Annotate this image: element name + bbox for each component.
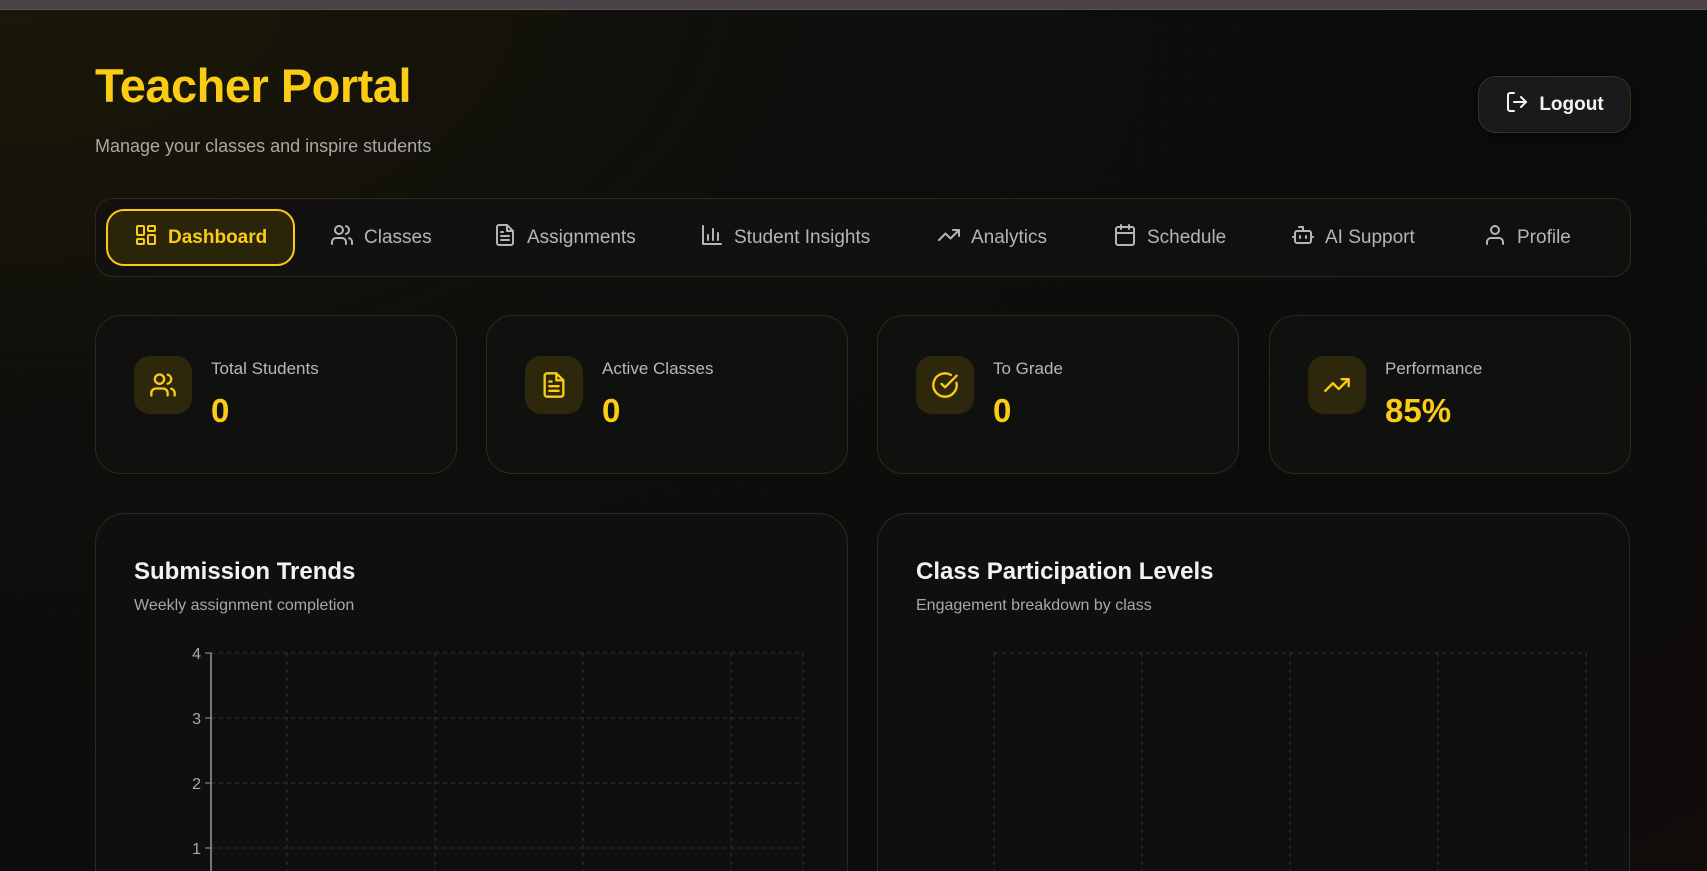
logout-button[interactable]: Logout <box>1478 76 1631 133</box>
check-circle-icon <box>916 356 974 414</box>
tab-label: Schedule <box>1147 226 1227 248</box>
tab-label: Analytics <box>971 226 1048 248</box>
page-subtitle: Manage your classes and inspire students <box>95 136 432 156</box>
stat-card-total-students: Total Students 0 <box>95 315 457 474</box>
tab-label: Student Insights <box>734 226 871 248</box>
document-icon <box>525 356 583 414</box>
bar-chart-icon <box>700 223 724 253</box>
dashboard-icon <box>134 223 158 253</box>
tab-label: AI Support <box>1325 226 1415 248</box>
stat-label: Performance <box>1385 359 1483 378</box>
class-participation-chart <box>993 652 1587 871</box>
stat-value: 0 <box>993 392 1012 429</box>
users-icon <box>330 223 354 253</box>
tab-ai-support[interactable]: AI Support <box>1291 209 1415 266</box>
main-nav: Dashboard Classes Assignments Student In… <box>95 198 1631 277</box>
tab-profile[interactable]: Profile <box>1483 209 1571 266</box>
stat-label: To Grade <box>993 359 1063 378</box>
tab-label: Dashboard <box>168 226 268 248</box>
stat-card-to-grade: To Grade 0 <box>877 315 1239 474</box>
submission-trends-panel: Submission Trends Weekly assignment comp… <box>95 513 848 871</box>
tab-label: Classes <box>364 226 432 248</box>
bot-icon <box>1291 223 1315 253</box>
tab-label: Profile <box>1517 226 1571 248</box>
tab-dashboard[interactable]: Dashboard <box>106 209 296 266</box>
stat-value: 0 <box>602 392 621 429</box>
class-participation-panel: Class Participation Levels Engagement br… <box>877 513 1630 871</box>
browser-top-bar <box>0 0 1707 10</box>
tab-classes[interactable]: Classes <box>330 209 432 266</box>
stat-value: 0 <box>211 392 230 429</box>
logout-label: Logout <box>1539 93 1604 115</box>
users-icon <box>134 356 192 414</box>
stat-label: Total Students <box>211 359 319 378</box>
y-tick-label: 2 <box>192 776 201 793</box>
stat-card-performance: Performance 85% <box>1269 315 1631 474</box>
calendar-icon <box>1113 223 1137 253</box>
stat-value: 85% <box>1385 392 1452 429</box>
submission-trends-chart: 4 3 2 1 <box>192 646 804 871</box>
tab-assignments[interactable]: Assignments <box>493 209 636 266</box>
trending-up-icon <box>1308 356 1366 414</box>
tab-student-insights[interactable]: Student Insights <box>700 209 870 266</box>
tab-schedule[interactable]: Schedule <box>1113 209 1226 266</box>
page-title: Teacher Portal <box>95 59 412 112</box>
stat-label: Active Classes <box>602 359 714 378</box>
trending-up-icon <box>937 223 961 253</box>
user-icon <box>1483 223 1507 253</box>
y-tick-label: 1 <box>192 841 201 858</box>
tab-analytics[interactable]: Analytics <box>937 209 1047 266</box>
y-tick-label: 3 <box>192 711 201 728</box>
y-tick-label: 4 <box>192 646 201 663</box>
document-icon <box>493 223 517 253</box>
tab-label: Assignments <box>527 226 636 248</box>
stat-card-active-classes: Active Classes 0 <box>486 315 848 474</box>
logout-icon <box>1505 90 1529 120</box>
